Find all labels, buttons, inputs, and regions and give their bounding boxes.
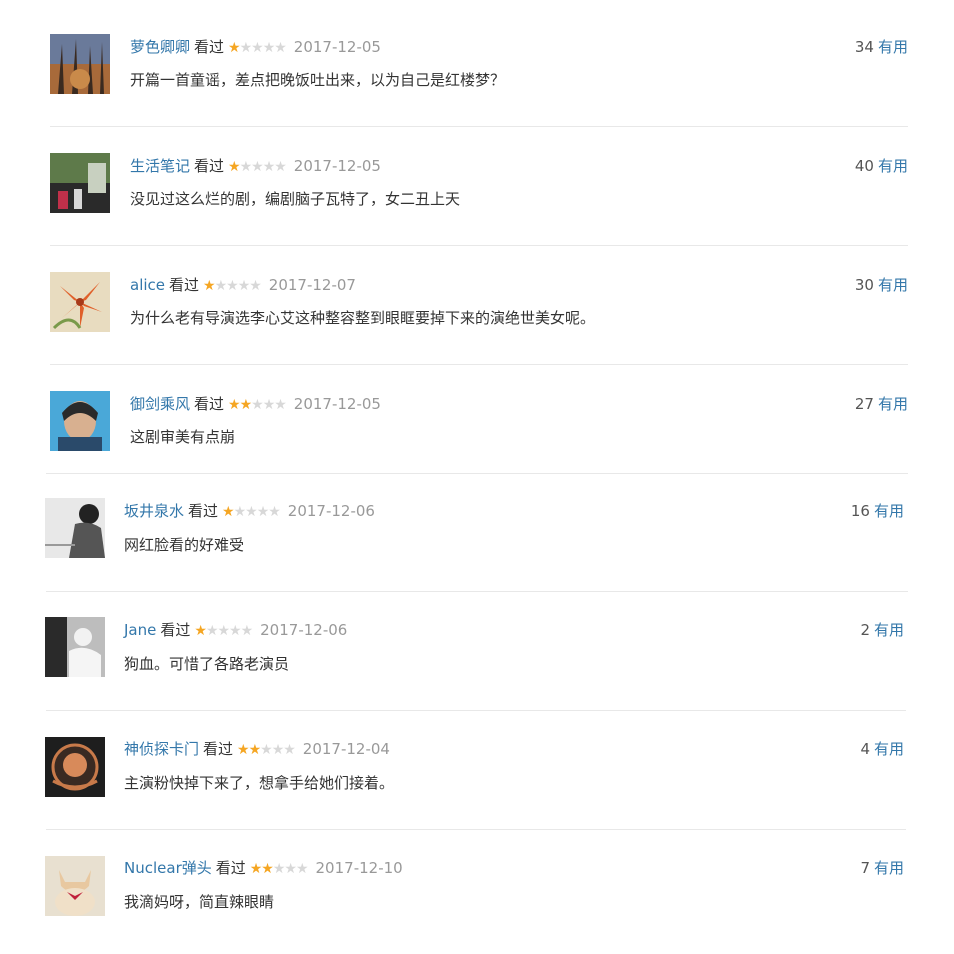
useful-vote-button[interactable]: 有用 [874, 621, 904, 639]
comment-date: 2017-12-06 [260, 621, 348, 639]
comment-date: 2017-12-05 [293, 157, 381, 175]
comment-text: 我滴妈呀，简直辣眼睛 [124, 893, 275, 911]
vote-count: 7 [860, 859, 870, 877]
bw-figure-avatar[interactable] [45, 617, 105, 677]
comment-text: 为什么老有导演选李心艾这种整容整到眼眶要掉下来的演绝世美女呢。 [130, 309, 596, 327]
star-empty-icon: ★★★★ [239, 159, 287, 175]
useful-vote-button[interactable]: 有用 [878, 276, 908, 294]
divider [46, 829, 906, 830]
comment-date: 2017-12-05 [293, 38, 381, 56]
star-empty-icon: ★★★★ [239, 40, 287, 56]
status-label: 看过 [215, 859, 246, 877]
divider [50, 364, 908, 365]
lily-flower-avatar[interactable] [50, 272, 110, 332]
comment-date: 2017-12-07 [268, 276, 356, 294]
cat-avatar[interactable] [45, 856, 105, 916]
useful-vote-button[interactable]: 有用 [878, 395, 908, 413]
star-empty-icon: ★★★★ [214, 278, 262, 294]
author-link[interactable]: 御剑乘风 [130, 395, 190, 413]
star-rating: ★★★★★ [203, 278, 262, 294]
comment-date: 2017-12-10 [315, 859, 403, 877]
divider [46, 591, 908, 592]
comment-text: 网红脸看的好难受 [124, 536, 245, 554]
comment-text: 没见过这么烂的剧，编剧脑子瓦特了，女二丑上天 [130, 190, 461, 208]
star-rating: ★★★★★ [228, 159, 287, 175]
useful-vote-button[interactable]: 有用 [874, 859, 904, 877]
forest-photo-avatar[interactable] [50, 34, 110, 94]
comment-date: 2017-12-05 [293, 395, 381, 413]
star-empty-icon: ★★★ [260, 742, 296, 758]
star-empty-icon: ★★★ [251, 397, 287, 413]
status-label: 看过 [194, 38, 225, 56]
portrait-avatar[interactable] [50, 391, 110, 451]
star-filled-icon: ★★ [237, 742, 261, 758]
author-link[interactable]: Jane [124, 621, 156, 639]
author-link[interactable]: 坂井泉水 [124, 502, 184, 520]
star-empty-icon: ★★★★ [233, 504, 281, 520]
divider [50, 245, 908, 246]
star-filled-icon: ★ [228, 40, 241, 56]
star-empty-icon: ★★★★ [205, 623, 253, 639]
comment-text: 狗血。可惜了各路老演员 [124, 655, 290, 673]
comment-text: 开篇一首童谣，差点把晚饭吐出来，以为自己是红楼梦？ [130, 71, 506, 89]
vote-count: 40 [854, 157, 874, 175]
useful-vote-button[interactable]: 有用 [874, 740, 904, 758]
star-rating: ★★★★★ [194, 623, 253, 639]
author-link[interactable]: 神侦探卡门 [124, 740, 199, 758]
star-filled-icon: ★ [228, 159, 241, 175]
star-filled-icon: ★ [194, 623, 207, 639]
room-photo-avatar[interactable] [50, 153, 110, 213]
star-filled-icon: ★ [203, 278, 216, 294]
star-rating: ★★★★★ [237, 742, 296, 758]
comment-text: 主演粉快掉下来了，想拿手给她们接着。 [124, 774, 395, 792]
star-rating: ★★★★★ [228, 40, 287, 56]
status-label: 看过 [188, 502, 219, 520]
vote-count: 4 [860, 740, 870, 758]
useful-vote-button[interactable]: 有用 [878, 38, 908, 56]
star-empty-icon: ★★★ [272, 861, 309, 877]
star-filled-icon: ★★ [249, 861, 274, 877]
vote-count: 2 [860, 621, 870, 639]
author-link[interactable]: 萝色卿卿 [130, 38, 190, 56]
author-link[interactable]: Nuclear弹头 [124, 859, 212, 877]
star-rating: ★★★★★ [222, 504, 281, 520]
useful-vote-button[interactable]: 有用 [874, 502, 904, 520]
status-label: 看过 [169, 276, 200, 294]
badge-avatar[interactable] [45, 737, 105, 797]
star-filled-icon: ★★ [228, 397, 252, 413]
comment-date: 2017-12-04 [302, 740, 390, 758]
star-rating: ★★★★★ [249, 861, 309, 877]
status-label: 看过 [194, 157, 225, 175]
author-link[interactable]: alice [130, 276, 165, 294]
vote-count: 34 [854, 38, 874, 56]
comment-date: 2017-12-06 [287, 502, 375, 520]
star-rating: ★★★★★ [228, 397, 287, 413]
divider [46, 473, 908, 474]
vote-count: 16 [850, 502, 870, 520]
vote-count: 27 [854, 395, 874, 413]
status-label: 看过 [203, 740, 234, 758]
comment-text: 这剧审美有点崩 [130, 428, 236, 446]
star-filled-icon: ★ [222, 504, 235, 520]
status-label: 看过 [160, 621, 191, 639]
useful-vote-button[interactable]: 有用 [878, 157, 908, 175]
status-label: 看过 [194, 395, 225, 413]
vote-count: 30 [854, 276, 874, 294]
bw-person-avatar[interactable] [45, 498, 105, 558]
author-link[interactable]: 生活笔记 [130, 157, 190, 175]
divider [46, 710, 906, 711]
divider [50, 126, 908, 127]
